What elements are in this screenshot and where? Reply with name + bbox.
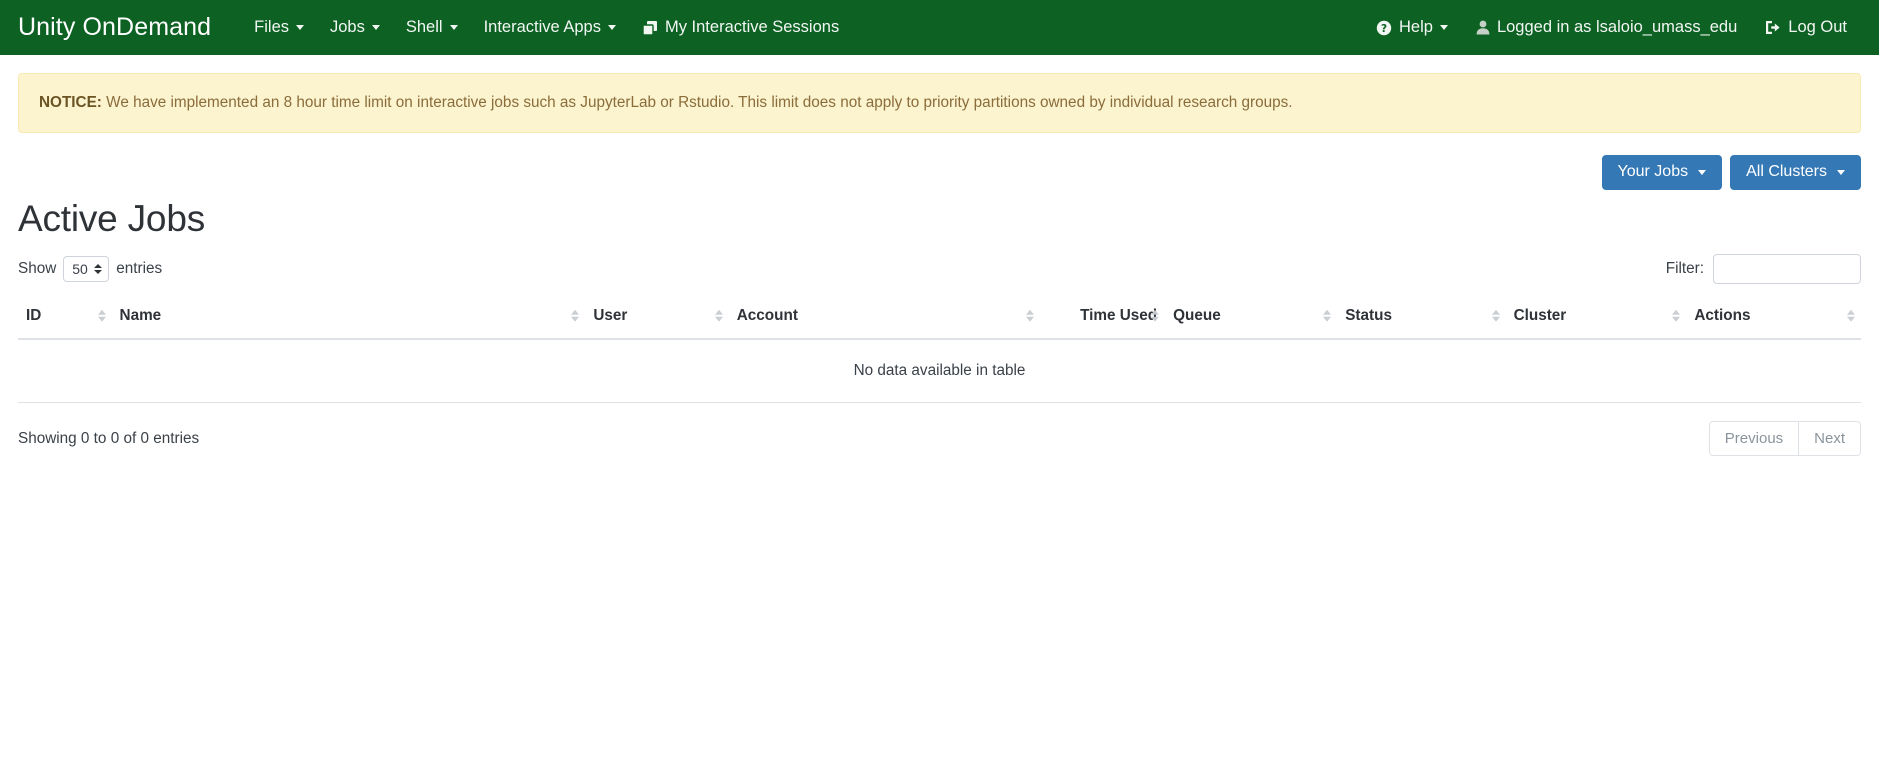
table-body: No data available in table <box>18 339 1861 404</box>
sign-out-icon <box>1765 20 1781 35</box>
chevron-down-icon <box>371 25 380 30</box>
notice-text: We have implemented an 8 hour time limit… <box>101 94 1293 111</box>
column-header-status[interactable]: Status <box>1337 296 1506 341</box>
table-empty-row: No data available in table <box>18 339 1861 404</box>
nav-item-label: My Interactive Sessions <box>664 18 840 36</box>
nav-item-help[interactable]: ? Help <box>1362 10 1462 45</box>
table-header-row: ID Name User Account Time Used Queue Sta… <box>18 296 1861 341</box>
pagination: Previous Next <box>1708 421 1861 457</box>
column-label: Cluster <box>1513 307 1567 325</box>
your-jobs-button[interactable]: Your Jobs <box>1601 155 1723 191</box>
logged-in-label: Logged in as lsaloio_umass_edu <box>1496 18 1738 36</box>
nav-item-label: Shell <box>405 18 443 36</box>
column-header-name[interactable]: Name <box>111 296 586 341</box>
column-label: Status <box>1345 307 1392 325</box>
navbar-right-links: ? Help Logged in as lsaloio_umass_edu Lo… <box>1362 10 1861 45</box>
chevron-down-icon <box>607 25 616 30</box>
main-content: NOTICE: We have implemented an 8 hour ti… <box>0 73 1879 457</box>
sort-arrows-icon <box>714 309 723 322</box>
nav-item-log-out[interactable]: Log Out <box>1751 10 1861 45</box>
page-length-control: Show 50 entries <box>18 256 163 283</box>
chevron-down-icon <box>1439 25 1448 30</box>
your-jobs-label: Your Jobs <box>1617 163 1689 181</box>
chevron-down-icon <box>1698 169 1707 175</box>
column-header-actions[interactable]: Actions <box>1686 296 1861 341</box>
column-header-cluster[interactable]: Cluster <box>1505 296 1687 341</box>
nav-item-shell[interactable]: Shell <box>393 10 471 45</box>
svg-text:?: ? <box>1381 22 1387 34</box>
all-clusters-button[interactable]: All Clusters <box>1730 155 1861 191</box>
column-label: Time Used <box>1080 307 1158 325</box>
filter-label: Filter: <box>1665 260 1704 278</box>
sort-arrows-icon <box>1491 309 1500 322</box>
sort-arrows-icon <box>1847 309 1855 322</box>
column-label: Queue <box>1173 307 1221 325</box>
table-footer: Showing 0 to 0 of 0 entries Previous Nex… <box>18 421 1861 457</box>
nav-item-label: Help <box>1399 18 1433 36</box>
nav-item-label: Interactive Apps <box>483 18 601 36</box>
column-header-user[interactable]: User <box>585 296 729 341</box>
column-label: Actions <box>1694 307 1751 325</box>
column-label: User <box>593 307 628 325</box>
column-label: ID <box>26 307 42 325</box>
chevron-down-icon <box>449 25 458 30</box>
page-length-value: 50 <box>72 261 88 278</box>
previous-page-button[interactable]: Previous <box>1708 421 1800 457</box>
table-head: ID Name User Account Time Used Queue Sta… <box>18 296 1861 341</box>
sort-arrows-icon <box>571 309 580 322</box>
sort-arrows-icon <box>1323 309 1332 322</box>
nav-item-label: Jobs <box>330 18 365 36</box>
navbar-left-links: Files Jobs Shell Interactive Apps My Int… <box>241 10 1362 45</box>
filter-buttons-row: Your Jobs All Clusters <box>18 155 1861 191</box>
windows-stack-icon <box>642 20 658 36</box>
column-header-id[interactable]: ID <box>18 296 112 341</box>
nav-item-interactive-apps[interactable]: Interactive Apps <box>471 10 629 45</box>
nav-item-label: Files <box>254 18 289 36</box>
column-header-queue[interactable]: Queue <box>1165 296 1338 341</box>
table-controls: Show 50 entries Filter: <box>18 254 1861 285</box>
filter-control: Filter: <box>1665 254 1861 285</box>
user-icon <box>1476 20 1490 35</box>
sort-arrows-icon <box>1151 309 1160 322</box>
chevron-down-icon <box>296 25 304 30</box>
column-label: Account <box>736 307 798 325</box>
sort-arrows-icon <box>1672 309 1681 322</box>
active-jobs-table: ID Name User Account Time Used Queue Sta… <box>18 296 1861 404</box>
column-label: Name <box>119 307 162 325</box>
page-length-select[interactable]: 50 <box>63 256 110 283</box>
column-header-account[interactable]: Account <box>728 296 1041 341</box>
nav-item-logged-in-user[interactable]: Logged in as lsaloio_umass_edu <box>1462 10 1751 45</box>
nav-item-files[interactable]: Files <box>241 10 317 45</box>
next-page-button[interactable]: Next <box>1799 421 1861 457</box>
entries-label: entries <box>116 260 163 278</box>
question-circle-icon: ? <box>1376 20 1392 36</box>
brand-title[interactable]: Unity OnDemand <box>18 13 211 42</box>
notice-label: NOTICE <box>39 94 97 111</box>
sort-arrows-icon <box>97 309 106 322</box>
nav-item-jobs[interactable]: Jobs <box>317 10 393 45</box>
nav-item-label: Log Out <box>1788 18 1847 36</box>
page-title: Active Jobs <box>18 198 205 240</box>
select-arrows-icon <box>94 264 103 275</box>
table-info: Showing 0 to 0 of 0 entries <box>18 429 200 447</box>
show-label: Show <box>18 260 57 278</box>
top-navbar: Unity OnDemand Files Jobs Shell Interact… <box>0 0 1879 55</box>
column-header-time-used[interactable]: Time Used <box>1040 296 1166 341</box>
chevron-down-icon <box>1837 169 1845 175</box>
filter-input[interactable] <box>1713 254 1861 285</box>
all-clusters-label: All Clusters <box>1746 163 1827 181</box>
empty-message: No data available in table <box>18 339 1861 404</box>
notice-banner: NOTICE: We have implemented an 8 hour ti… <box>18 73 1861 134</box>
nav-item-my-interactive-sessions[interactable]: My Interactive Sessions <box>629 10 852 45</box>
sort-arrows-icon <box>1026 309 1035 322</box>
